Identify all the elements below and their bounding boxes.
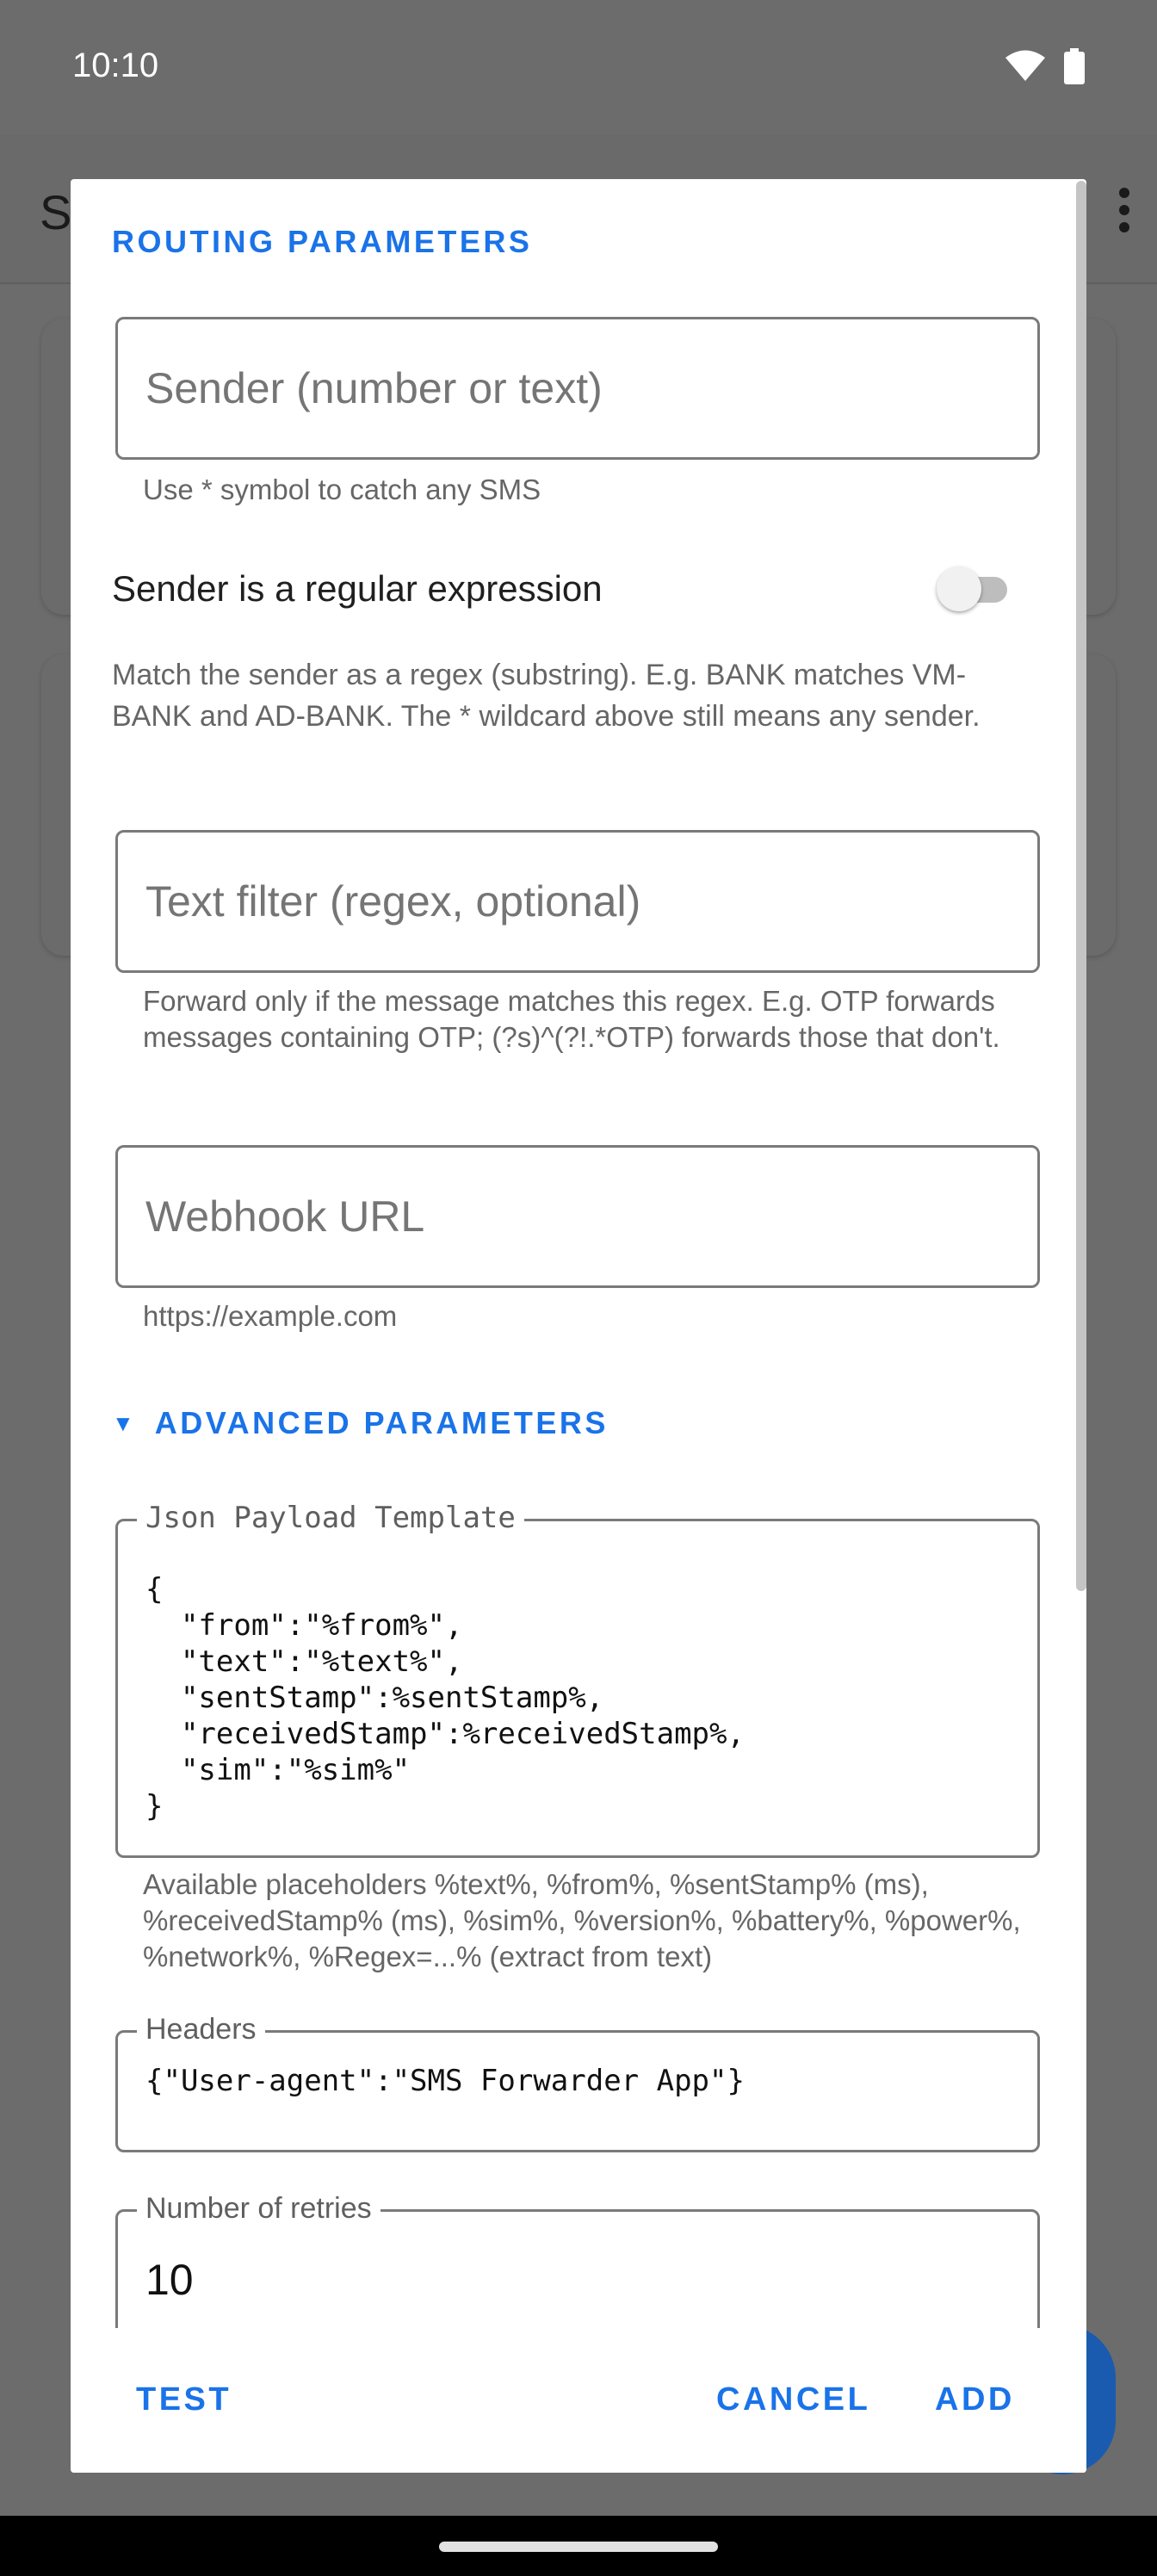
- add-button[interactable]: ADD: [935, 2381, 1015, 2418]
- cancel-button[interactable]: CANCEL: [716, 2381, 870, 2418]
- headers-field[interactable]: Headers {"User-agent":"SMS Forwarder App…: [115, 2012, 1040, 2152]
- webhook-url-input[interactable]: Webhook URL: [115, 1145, 1040, 1288]
- scrollbar[interactable]: [1076, 181, 1086, 1591]
- webhook-helper: https://example.com: [143, 1300, 398, 1332]
- advanced-parameters-toggle[interactable]: ▼ ADVANCED PARAMETERS: [112, 1405, 609, 1441]
- toggle-thumb: [937, 567, 981, 611]
- status-icons: [1005, 48, 1085, 89]
- status-bar: 10:10: [0, 0, 1157, 134]
- regex-toggle[interactable]: [937, 561, 1012, 616]
- background-app-title: S: [40, 185, 72, 239]
- routing-dialog: ROUTING PARAMETERS Sender (number or tex…: [71, 179, 1086, 2473]
- triangle-down-icon: ▼: [112, 1409, 134, 1436]
- navigation-bar: [0, 2516, 1157, 2576]
- json-template-helper: Available placeholders %text%, %from%, %…: [143, 1868, 1021, 1972]
- sender-placeholder: Sender (number or text): [145, 364, 603, 412]
- text-filter-helper: Forward only if the message matches this…: [143, 985, 1000, 1053]
- home-gesture-handle[interactable]: [439, 2542, 718, 2552]
- wifi-icon: [1005, 50, 1045, 87]
- json-template-field[interactable]: Json Payload Template { "from":"%from%",…: [115, 1501, 1040, 1858]
- battery-icon: [1064, 48, 1085, 89]
- dialog-actions: TEST CANCEL ADD: [71, 2328, 1086, 2473]
- text-filter-input[interactable]: Text filter (regex, optional): [115, 830, 1040, 973]
- sender-input[interactable]: Sender (number or text): [115, 317, 1040, 460]
- webhook-url-placeholder: Webhook URL: [145, 1192, 425, 1241]
- retries-value: 10: [145, 2256, 194, 2304]
- test-button[interactable]: TEST: [136, 2381, 232, 2418]
- retries-label: Number of retries: [137, 2191, 381, 2226]
- headers-value: {"User-agent":"SMS Forwarder App"}: [145, 2064, 745, 2098]
- advanced-parameters-label: ADVANCED PARAMETERS: [154, 1405, 609, 1440]
- headers-label: Headers: [137, 2012, 265, 2047]
- json-template-label: Json Payload Template: [137, 1501, 524, 1535]
- json-template-value: { "from":"%from%", "text":"%text%", "sen…: [145, 1572, 745, 1824]
- regex-toggle-label: Sender is a regular expression: [112, 568, 603, 609]
- routing-parameters-title: ROUTING PARAMETERS: [112, 224, 533, 259]
- sender-helper: Use * symbol to catch any SMS: [143, 474, 541, 505]
- status-time: 10:10: [72, 46, 159, 84]
- text-filter-placeholder: Text filter (regex, optional): [145, 877, 641, 926]
- regex-description: Match the sender as a regex (substring).…: [112, 659, 981, 733]
- more-vert-icon: [1116, 188, 1133, 237]
